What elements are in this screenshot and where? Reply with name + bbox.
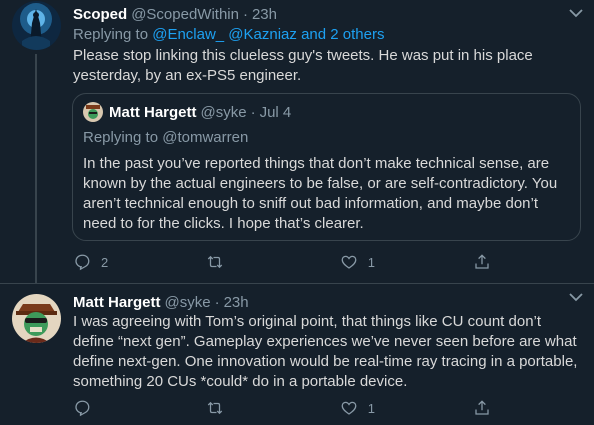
timestamp[interactable]: 23h: [252, 6, 277, 23]
quote-replying-to-link: @tomwarren: [162, 129, 249, 146]
separator-dot: ·: [214, 293, 220, 311]
reply-icon: [75, 254, 90, 271]
tweet-header: Scoped @ScopedWithin · 23h: [73, 4, 584, 24]
tweet-scoped[interactable]: Scoped @ScopedWithin · 23h Replying to @…: [0, 0, 594, 283]
retweet-button[interactable]: [206, 398, 339, 418]
user-handle[interactable]: @ScopedWithin: [131, 6, 239, 23]
tweet-actions: 1: [73, 398, 513, 418]
tweet-text: Please stop linking this clueless guy's …: [73, 47, 533, 84]
avatar-matt-hargett[interactable]: [12, 294, 61, 343]
reply-button[interactable]: 2: [73, 252, 206, 272]
like-count: 1: [367, 254, 376, 270]
avatar-scoped[interactable]: [12, 1, 61, 50]
replying-to-link[interactable]: @Enclaw_ @Kazniaz and 2 others: [152, 26, 384, 43]
share-icon: [475, 400, 489, 415]
share-button[interactable]: [473, 252, 513, 272]
like-icon: [341, 401, 357, 415]
reply-button[interactable]: [73, 398, 206, 418]
like-button[interactable]: 1: [340, 398, 473, 418]
tweet-body: Scoped @ScopedWithin · 23h Replying to @…: [73, 4, 584, 86]
separator-dot: ·: [250, 103, 256, 121]
user-handle[interactable]: @syke: [165, 294, 211, 311]
thread-line: [35, 54, 37, 283]
share-icon: [475, 254, 489, 269]
reply-icon: [75, 400, 90, 417]
quote-replying-to: Replying to @tomwarren: [83, 129, 248, 146]
share-button[interactable]: [473, 398, 513, 418]
tweet-actions: 2 1: [73, 252, 513, 272]
like-icon: [341, 255, 357, 269]
display-name[interactable]: Matt Hargett: [73, 294, 161, 311]
quoted-tweet[interactable]: Matt Hargett @syke · Jul 4 Replying to @…: [72, 93, 581, 241]
tweet-matt-hargett[interactable]: Matt Hargett @syke · 23h I was agreeing …: [0, 283, 594, 425]
avatar-matt-hargett-small: [83, 102, 103, 122]
quote-header: Matt Hargett @syke · Jul 4: [83, 102, 291, 122]
separator-dot: ·: [242, 5, 248, 23]
like-button[interactable]: 1: [340, 252, 473, 272]
display-name[interactable]: Scoped: [73, 6, 127, 23]
quote-text: In the past you’ve reported things that …: [83, 155, 558, 232]
like-count: 1: [367, 400, 376, 416]
quote-display-name[interactable]: Matt Hargett: [109, 104, 197, 121]
tweet-header: Matt Hargett @syke · 23h: [73, 292, 584, 312]
reply-count: 2: [101, 254, 109, 270]
tweet-text: I was agreeing with Tom’s original point…: [73, 313, 578, 390]
quote-timestamp[interactable]: Jul 4: [260, 104, 292, 121]
quote-user-handle[interactable]: @syke: [201, 104, 247, 121]
retweet-button[interactable]: [206, 252, 339, 272]
retweet-icon: [208, 255, 223, 269]
retweet-icon: [208, 401, 223, 415]
quote-replying-prefix: Replying to: [83, 129, 163, 146]
replying-to: Replying to @Enclaw_ @Kazniaz and 2 othe…: [73, 24, 584, 46]
replying-prefix: Replying to: [73, 26, 153, 43]
timestamp[interactable]: 23h: [224, 294, 249, 311]
tweet-body: Matt Hargett @syke · 23h I was agreeing …: [73, 292, 584, 392]
